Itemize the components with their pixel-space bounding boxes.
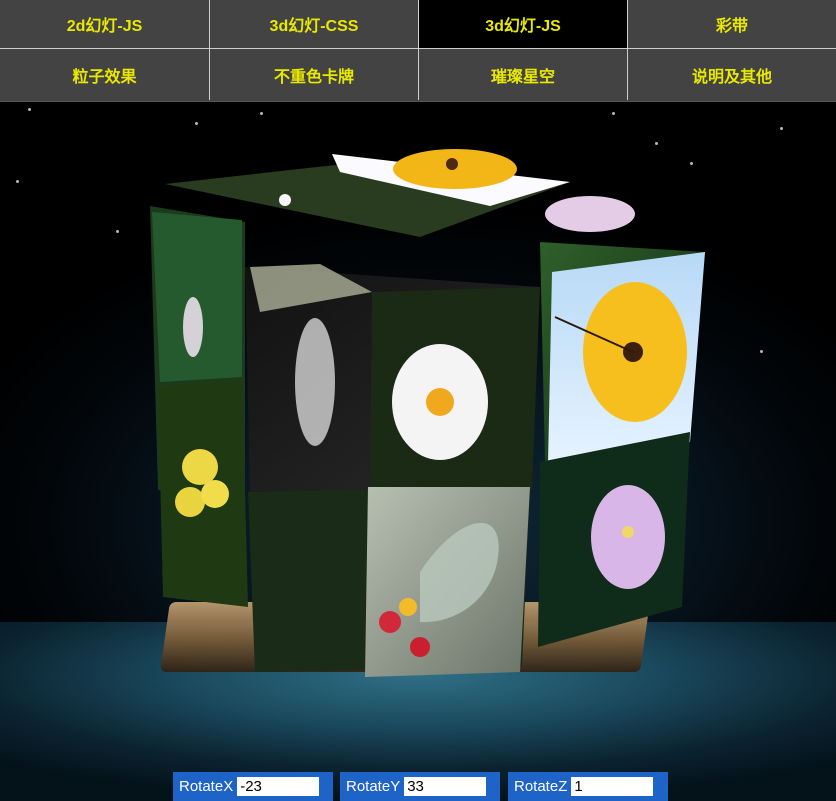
rotate-x-input[interactable]	[237, 777, 320, 796]
top-nav: 2d幻灯-JS 3d幻灯-CSS 3d幻灯-JS 彩带 粒子效果 不重色卡牌 璀…	[0, 0, 836, 102]
rotate-y-control: RotateY	[340, 772, 500, 801]
cube-stage[interactable]	[0, 102, 836, 801]
nav-item-about[interactable]: 说明及其他	[627, 49, 836, 100]
rotation-controls: RotateX RotateY RotateZ	[0, 772, 836, 801]
rotate-y-label: RotateY	[346, 778, 401, 795]
photo-cube[interactable]	[0, 102, 836, 801]
rotate-z-input[interactable]	[571, 777, 654, 796]
nav-item-3d-slide-js[interactable]: 3d幻灯-JS	[418, 0, 627, 48]
nav-item-2d-slide-js[interactable]: 2d幻灯-JS	[0, 0, 209, 48]
nav-item-cards[interactable]: 不重色卡牌	[209, 49, 418, 100]
rotate-y-input[interactable]	[404, 777, 487, 796]
rotate-z-label: RotateZ	[514, 778, 568, 795]
rotate-x-control: RotateX	[173, 772, 333, 801]
rotate-x-label: RotateX	[179, 778, 234, 795]
nav-item-3d-slide-css[interactable]: 3d幻灯-CSS	[209, 0, 418, 48]
nav-item-particles[interactable]: 粒子效果	[0, 49, 209, 100]
nav-item-starry-sky[interactable]: 璀璨星空	[418, 49, 627, 100]
rotate-z-control: RotateZ	[508, 772, 668, 801]
nav-item-ribbon[interactable]: 彩带	[627, 0, 836, 48]
